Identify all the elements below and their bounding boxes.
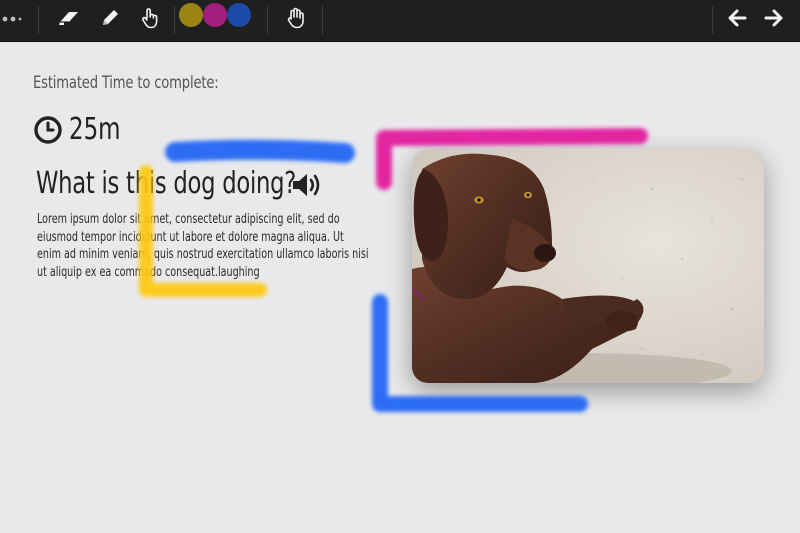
clock-icon [34,115,62,144]
color-swatch-blue[interactable] [227,3,251,27]
back-arrow-icon[interactable] [724,0,750,36]
question-heading: What is this dog doing? [36,166,297,201]
time-value: 25m [69,112,121,147]
color-swatch-olive[interactable] [179,3,203,27]
toolbar-divider [174,6,175,34]
dog-photo [412,149,764,383]
pencil-icon[interactable] [97,0,123,36]
time-estimate: 25m [33,112,130,147]
eraser-icon[interactable] [56,0,82,36]
speaker-icon[interactable] [291,171,325,203]
estimated-time-label: Estimated Time to complete: [33,73,219,93]
toolbar [0,0,800,42]
pointer-hand-icon[interactable] [137,0,163,36]
toolbar-divider [38,6,39,34]
more-icon[interactable] [0,0,26,36]
forward-arrow-icon[interactable] [761,0,787,36]
grab-hand-icon[interactable] [283,0,309,36]
question-description: Lorem ipsum dolor sit amet, consectetur … [37,212,369,280]
blue-highlight-stroke [165,139,355,163]
color-swatch-magenta[interactable] [203,3,227,27]
toolbar-divider [322,6,323,34]
toolbar-divider [267,6,268,34]
toolbar-divider [712,6,713,34]
